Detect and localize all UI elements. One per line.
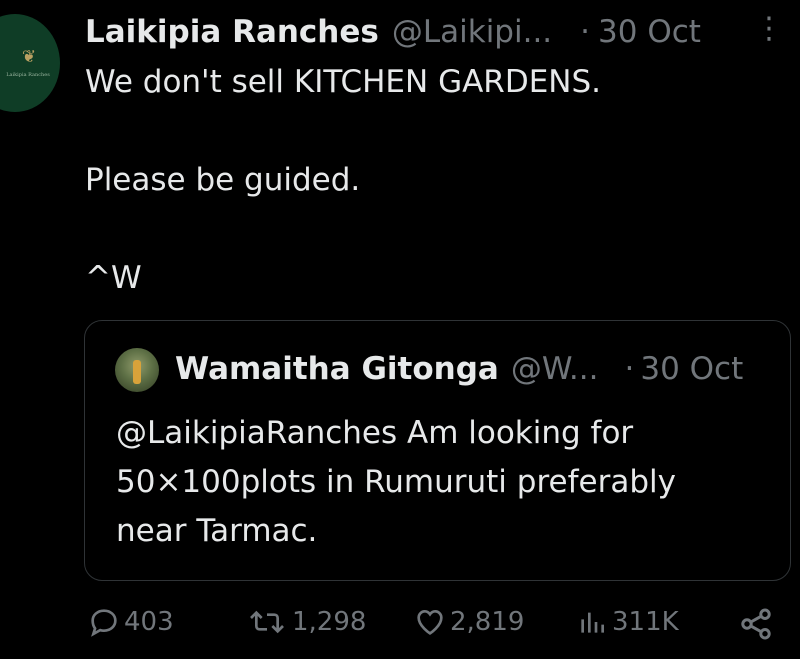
quoted-author-name[interactable]: Wamaitha Gitonga <box>175 351 499 387</box>
quoted-separator-dot: · <box>624 351 635 387</box>
tweet-line: We don't sell KITCHEN GARDENS. <box>85 64 602 100</box>
tweet-line <box>85 205 601 254</box>
quoted-tweet[interactable]: Wamaitha Gitonga @W... · 30 Oct @Laikipi… <box>84 320 791 581</box>
heart-icon <box>417 609 443 635</box>
action-bar: 403 1,298 2,819 311K <box>86 606 776 652</box>
quoted-line: @LaikipiaRanches Am looking for <box>116 415 634 451</box>
author-handle[interactable]: @Laikipi... <box>392 14 552 50</box>
quoted-line: 50×100plots in Rumuruti preferably <box>116 464 676 500</box>
author-name[interactable]: Laikipia Ranches <box>85 14 379 50</box>
share-button[interactable] <box>738 606 774 642</box>
quoted-avatar[interactable] <box>115 348 159 392</box>
reply-button[interactable]: 403 <box>88 606 174 638</box>
reply-count: 403 <box>124 607 174 637</box>
tweet-line <box>85 107 601 156</box>
like-count: 2,819 <box>450 607 525 637</box>
tweet-date[interactable]: 30 Oct <box>598 14 701 50</box>
reply-icon <box>91 609 117 637</box>
tweet-header: Laikipia Ranches @Laikipi... · 30 Oct ⋮ <box>85 12 790 52</box>
quoted-text: @LaikipiaRanches Am looking for 50×100pl… <box>116 409 676 556</box>
views-button[interactable]: 311K <box>576 606 679 638</box>
tweet-line: Please be guided. <box>85 162 361 198</box>
tweet-text: We don't sell KITCHEN GARDENS. Please be… <box>85 58 601 303</box>
repost-button[interactable]: 1,298 <box>246 606 366 638</box>
author-avatar[interactable]: ❦ Laikipia Ranches <box>0 14 60 112</box>
leaf-logo-icon: ❦ <box>21 46 37 67</box>
bar-chart-icon <box>581 612 604 633</box>
views-count: 311K <box>612 607 679 637</box>
quoted-author-handle[interactable]: @W... <box>511 351 599 387</box>
separator-dot: · <box>580 14 591 50</box>
quoted-line: near Tarmac. <box>116 513 318 549</box>
quoted-header: Wamaitha Gitonga @W... · 30 Oct <box>175 351 770 387</box>
repost-count: 1,298 <box>292 607 367 637</box>
avatar-logo-text: Laikipia Ranches <box>6 71 50 78</box>
share-icon <box>741 608 771 640</box>
repost-icon <box>250 610 284 634</box>
like-button[interactable]: 2,819 <box>414 606 524 638</box>
tweet-line: ^W <box>85 260 142 296</box>
more-options-icon[interactable]: ⋮ <box>754 14 784 44</box>
quoted-date[interactable]: 30 Oct <box>640 351 743 387</box>
